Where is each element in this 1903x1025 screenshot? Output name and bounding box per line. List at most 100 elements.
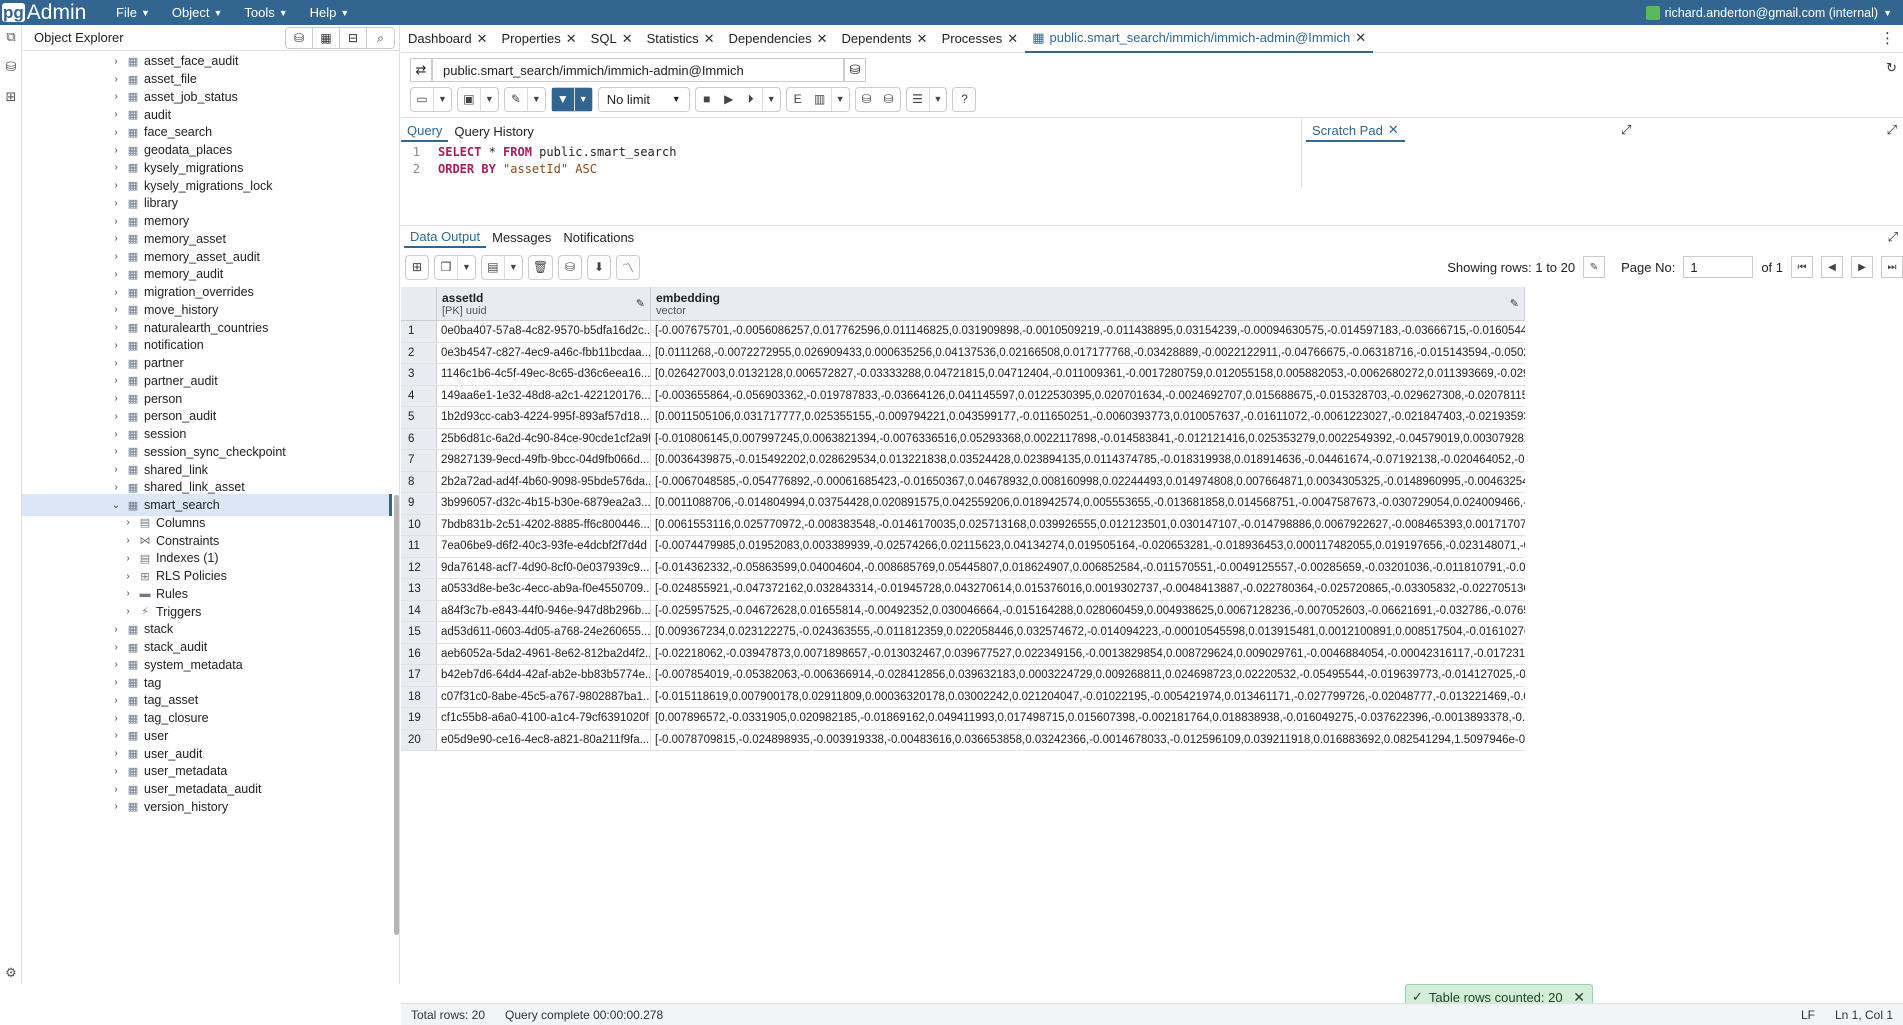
cell-assetid[interactable]: 2b2a72ad-ad4f-4b60-9098-95bde576da... <box>437 471 651 492</box>
tab-dependencies[interactable]: Dependencies ✕ <box>722 25 835 53</box>
cell-embedding[interactable]: [0.007896572,-0.0331905,0.020982185,-0.0… <box>651 708 1525 729</box>
download-icon[interactable]: ⬇ <box>588 256 610 279</box>
chevron-right-icon[interactable]: › <box>110 411 122 422</box>
filter-rows-icon[interactable]: ⊟ <box>340 28 367 48</box>
object-explorer-icon[interactable]: ⧉ <box>3 29 19 45</box>
chevron-right-icon[interactable]: › <box>110 624 122 635</box>
cell-embedding[interactable]: [0.0061553116,0.025770972,-0.008383548,-… <box>651 515 1525 536</box>
chevron-right-icon[interactable]: › <box>110 801 122 812</box>
edit-range-icon[interactable]: ✎ <box>1583 256 1606 278</box>
chevron-down-icon[interactable]: ▼ <box>928 87 947 111</box>
menu-help[interactable]: Help ▼ <box>299 0 361 25</box>
cell-assetid[interactable]: 7bdb831b-2c51-4202-8885-ff6c800446... <box>437 514 651 535</box>
macros-icon[interactable]: ☰ <box>907 88 929 111</box>
cell-embedding[interactable]: [0.0011505106,0.031717777,0.025355155,-0… <box>651 407 1525 428</box>
table-row[interactable]: 10 7bdb831b-2c51-4202-8885-ff6c800446...[… <box>401 514 1525 536</box>
tree-node-table[interactable]: › ▦ version_history <box>22 796 392 818</box>
table-row[interactable]: 4 149aa6e1-1e32-48d8-a2c1-422120176... [-0… <box>401 385 1525 407</box>
commit-icon[interactable]: ⛁ <box>856 88 878 111</box>
tab-properties[interactable]: Properties ✕ <box>495 25 584 53</box>
chevron-right-icon[interactable]: › <box>110 91 122 102</box>
tab-query-tool[interactable]: ▦ public.smart_search/immich/immich-admin… <box>1025 25 1374 53</box>
execute-icon[interactable]: ▶ <box>718 88 740 111</box>
cell-embedding[interactable]: [0.0111268,-0.0072272955,0.026909433,0.0… <box>651 343 1525 364</box>
cell-assetid[interactable]: 3b996057-d32c-4b15-b30e-6879ea2a3... <box>437 493 651 514</box>
graph-icon[interactable]: 〽 <box>617 256 639 279</box>
chevron-right-icon[interactable]: › <box>110 642 122 653</box>
chevron-right-icon[interactable]: › <box>110 162 122 173</box>
search-icon[interactable]: ⌕ <box>367 28 394 48</box>
chevron-right-icon[interactable]: › <box>110 482 122 493</box>
menu-tools[interactable]: Tools ▼ <box>233 0 298 25</box>
chevron-down-icon[interactable]: ▼ <box>457 255 475 279</box>
cell-embedding[interactable]: [-0.0067048585,-0.054776892,-0.000616854… <box>651 472 1525 493</box>
chevron-right-icon[interactable]: › <box>110 322 122 333</box>
chevron-right-icon[interactable]: › <box>110 109 122 120</box>
cell-assetid[interactable]: 0e3b4547-c827-4ec9-a46c-fbb11bcdaa... <box>437 342 651 363</box>
chevron-down-icon[interactable]: ▼ <box>573 87 592 111</box>
chevron-down-icon[interactable]: ▼ <box>479 87 498 111</box>
cell-embedding[interactable]: [-0.0078709815,-0.024898935,-0.003919338… <box>651 730 1525 751</box>
chevron-right-icon[interactable]: › <box>110 446 122 457</box>
query-tool-icon[interactable]: ⛁ <box>286 28 313 48</box>
delete-icon[interactable]: 🗑 <box>529 256 552 279</box>
cell-embedding[interactable]: [0.0011088706,-0.014804994,0.03754428,0.… <box>651 493 1525 514</box>
table-row[interactable]: 14 a84f3c7b-e843-44f0-946e-947d8b296b...[… <box>401 600 1525 622</box>
close-icon[interactable]: ✕ <box>1388 122 1399 138</box>
cell-embedding[interactable]: [-0.007854019,-0.05382063,-0.006366914,-… <box>651 665 1525 686</box>
table-row[interactable]: 20 e05d9e90-ce16-4ec8-a821-80a211f9fa...[… <box>401 729 1525 751</box>
table-row[interactable]: 7 29827139-9ecd-49fb-9bcc-04d9fb066d... [0… <box>401 450 1525 472</box>
chevron-right-icon[interactable]: › <box>110 464 122 475</box>
edit-column-icon[interactable]: ✎ <box>1510 297 1519 310</box>
row-limit-select[interactable]: No limit ▼ <box>597 86 690 112</box>
cell-embedding[interactable]: [-0.007675701,-0.0056086257,0.017762596,… <box>651 321 1525 342</box>
table-row[interactable]: 12 9da76148-acf7-4d90-8cf0-0e037939c9...[… <box>401 557 1525 579</box>
first-page-icon[interactable]: ⏮ <box>1791 256 1813 278</box>
tab-data-output[interactable]: Data Output <box>404 226 487 248</box>
chevron-right-icon[interactable]: › <box>122 571 134 582</box>
help-icon[interactable]: ? <box>953 88 975 111</box>
chevron-right-icon[interactable]: › <box>110 180 122 191</box>
schema-diff-icon[interactable]: ⊞ <box>3 89 19 105</box>
chevron-right-icon[interactable]: › <box>122 517 134 528</box>
user-menu[interactable]: richard.anderton@gmail.com (internal) ▼ <box>1645 0 1892 25</box>
chevron-down-icon[interactable]: ▼ <box>761 87 780 111</box>
explain-icon[interactable]: E <box>787 88 809 111</box>
refresh-icon[interactable]: ↻ <box>1886 60 1897 76</box>
tab-notifications[interactable]: Notifications <box>557 226 640 248</box>
chevron-down-icon[interactable]: ▼ <box>526 87 545 111</box>
table-row[interactable]: 8 2b2a72ad-ad4f-4b60-9098-95bde576da... [-… <box>401 471 1525 493</box>
cell-assetid[interactable]: 25b6d81c-6a2d-4c90-84ce-90cde1cf2a9f <box>437 428 651 449</box>
cell-embedding[interactable]: [-0.015118619,0.007900178,0.02911809,0.0… <box>651 687 1525 708</box>
cell-assetid[interactable]: 7ea06be9-d6f2-40c3-93fe-e4dcbf2f7d4d <box>437 536 651 557</box>
save-icon[interactable]: ▣ <box>458 88 480 111</box>
settings-gear-icon[interactable]: ⚙ <box>3 965 19 981</box>
rollback-icon[interactable]: ⛁ <box>878 88 900 111</box>
connection-select[interactable]: public.smart_search/immich/immich-admin@… <box>432 58 844 82</box>
expand-icon[interactable]: ⤢ <box>1888 229 1898 245</box>
explain-analyze-icon[interactable]: ▥ <box>809 88 831 111</box>
table-row[interactable]: 13 a0533d8e-be3c-4ecc-ab9a-f0e4550709...[… <box>401 579 1525 601</box>
chevron-right-icon[interactable]: › <box>110 216 122 227</box>
chevron-right-icon[interactable]: › <box>110 251 122 262</box>
cell-assetid[interactable]: 1146c1b6-4c5f-49ec-8c65-d36c6eea16... <box>437 364 651 385</box>
chevron-right-icon[interactable]: › <box>122 606 134 617</box>
cell-assetid[interactable]: a0533d8e-be3c-4ecc-ab9a-f0e4550709... <box>437 579 651 600</box>
menu-object[interactable]: Object ▼ <box>161 0 234 25</box>
cell-embedding[interactable]: [-0.025957525,-0.04672628,0.01655814,-0.… <box>651 601 1525 622</box>
close-icon[interactable]: ✕ <box>1355 30 1366 46</box>
close-icon[interactable]: ✕ <box>622 31 633 47</box>
close-icon[interactable]: ✕ <box>1007 31 1018 47</box>
tab-scratch-pad[interactable]: Scratch Pad ✕ <box>1306 120 1405 142</box>
view-data-icon[interactable]: ▦ <box>313 28 340 48</box>
cell-embedding[interactable]: [-0.003655864,-0.056903362,-0.019787833,… <box>651 386 1525 407</box>
chevron-right-icon[interactable]: › <box>110 730 122 741</box>
chevron-right-icon[interactable]: › <box>110 766 122 777</box>
table-row[interactable]: 19 cf1c55b8-a6a0-4100-a1c4-79cf6391020f [0… <box>401 708 1525 730</box>
chevron-down-icon[interactable]: ▼ <box>433 87 451 111</box>
tab-dashboard[interactable]: Dashboard ✕ <box>401 25 495 53</box>
chevron-right-icon[interactable]: › <box>110 358 122 369</box>
chevron-down-icon[interactable]: ▼ <box>830 87 849 111</box>
database-icon[interactable]: ⛁ <box>3 59 19 75</box>
table-row[interactable]: 18 c07f31c0-8abe-45c5-a767-9802887ba1...[… <box>401 686 1525 708</box>
